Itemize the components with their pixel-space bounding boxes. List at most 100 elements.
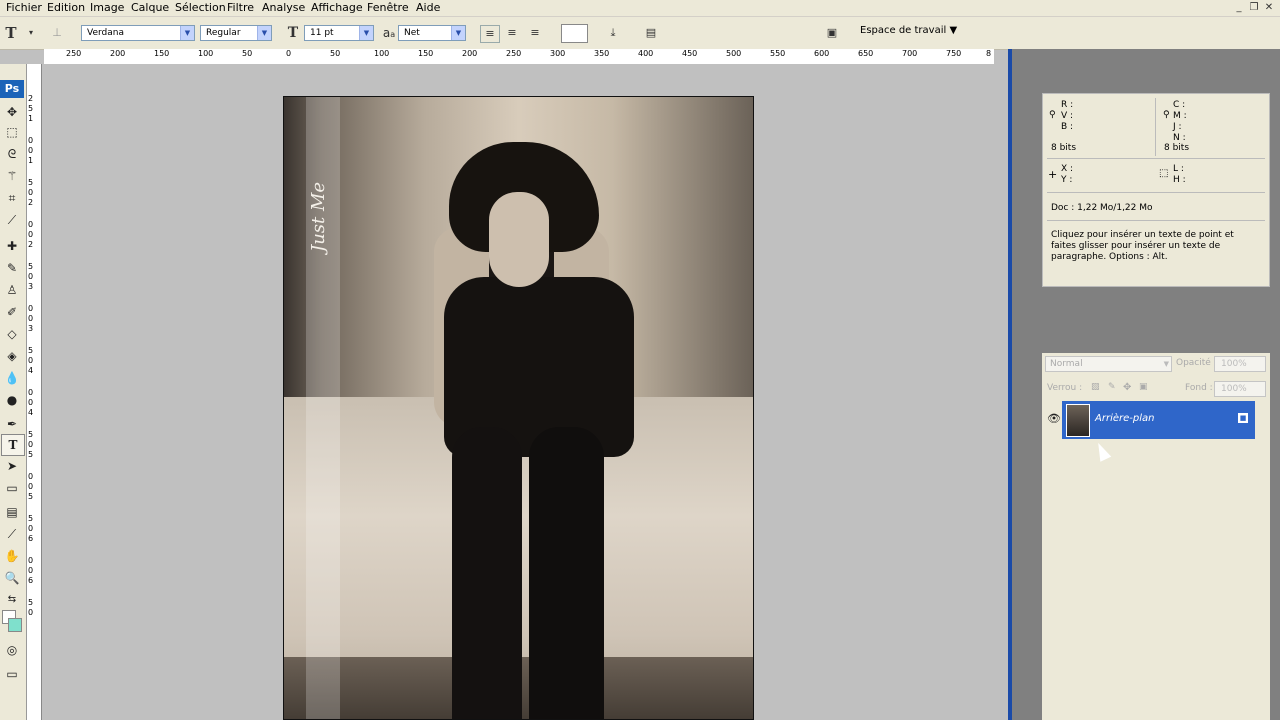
notes-tool-icon[interactable]: ▤ — [1, 502, 23, 522]
blend-mode-select[interactable]: Normal ▼ — [1045, 356, 1172, 372]
ruler-label: 550 — [770, 49, 786, 58]
figure-leg-left — [452, 427, 522, 719]
font-style-select[interactable]: Regular ▼ — [200, 25, 272, 41]
info-h-label: H : — [1173, 175, 1186, 185]
restore-button[interactable]: ❐ — [1247, 2, 1261, 13]
hand-tool-icon[interactable]: ✋ — [1, 546, 23, 566]
workspace-icon[interactable]: ▣ — [820, 25, 844, 41]
menu-fenetre[interactable]: Fenêtre — [367, 1, 409, 14]
slice-tool-icon[interactable]: ⟋ — [1, 210, 23, 230]
marquee-tool-icon[interactable]: ⬚ — [1, 122, 23, 142]
ruler-label: 0 — [28, 440, 34, 449]
font-size-select[interactable]: 11 pt ▼ — [304, 25, 374, 41]
text-color-swatch[interactable] — [561, 24, 588, 43]
ruler-label: 200 — [462, 49, 478, 58]
ruler-label: 5 — [28, 598, 34, 607]
chevron-down-icon: ▼ — [451, 26, 465, 40]
menu-edition[interactable]: Edition — [47, 1, 85, 14]
shape-tool-icon[interactable]: ▭ — [1, 478, 23, 498]
swap-colors-icon[interactable]: ⇆ — [1, 590, 23, 610]
crop-tool-icon[interactable]: ⌗ — [1, 188, 23, 208]
lasso-tool-icon[interactable]: ᘓ — [1, 144, 23, 164]
chevron-down-icon: ▼ — [1163, 360, 1169, 368]
chevron-down-icon: ▼ — [359, 26, 373, 40]
menu-calque[interactable]: Calque — [131, 1, 169, 14]
type-tool-icon[interactable]: T — [1, 434, 25, 456]
visibility-eye-icon[interactable]: 👁 — [1047, 412, 1061, 425]
ruler-label: 6 — [28, 576, 34, 585]
clone-stamp-tool-icon[interactable]: ♙ — [1, 280, 23, 300]
ruler-label: 250 — [506, 49, 522, 58]
ruler-label: 0 — [28, 398, 34, 407]
move-tool-icon[interactable]: ✥ — [1, 102, 23, 122]
align-left-icon[interactable]: ≡ — [480, 25, 500, 43]
warp-text-icon[interactable]: ⤓ — [604, 25, 622, 41]
preset-arrow-icon[interactable]: ▾ — [22, 25, 40, 41]
path-selection-tool-icon[interactable]: ➤ — [1, 456, 23, 476]
screen-mode-icon[interactable]: ▭ — [1, 664, 23, 684]
ruler-label: 5 — [28, 450, 34, 459]
menu-image[interactable]: Image — [90, 1, 124, 14]
lock-all-icon[interactable]: ▣ — [1139, 382, 1148, 392]
opacity-label: Opacité : — [1176, 358, 1217, 368]
info-c-label: C : — [1173, 100, 1186, 110]
info-divider — [1047, 192, 1265, 193]
dodge-tool-icon[interactable]: ● — [1, 390, 23, 410]
background-color-swatch[interactable] — [8, 618, 22, 632]
ruler-label: 100 — [374, 49, 390, 58]
align-center-icon[interactable]: ≡ — [503, 25, 521, 41]
close-button[interactable]: ✕ — [1262, 2, 1276, 13]
ruler-label: 0 — [28, 556, 34, 565]
ruler-label: 0 — [28, 230, 34, 239]
ruler-label: 0 — [28, 146, 34, 155]
figure-face — [489, 192, 549, 287]
ruler-label: 700 — [902, 49, 918, 58]
overlay-text[interactable]: Just Me — [308, 157, 338, 277]
menu-filtre[interactable]: Filtre — [227, 1, 254, 14]
pen-tool-icon[interactable]: ✒ — [1, 414, 23, 434]
ruler-label: 0 — [28, 566, 34, 575]
blur-tool-icon[interactable]: 💧 — [1, 368, 23, 388]
document-image[interactable]: Just Me — [283, 96, 754, 720]
info-v-label: V : — [1061, 111, 1074, 121]
zoom-tool-icon[interactable]: 🔍 — [1, 568, 23, 588]
align-right-icon[interactable]: ≡ — [526, 25, 544, 41]
lock-position-icon[interactable]: ✥ — [1123, 382, 1131, 393]
text-tool-preset[interactable]: T — [2, 25, 20, 41]
menu-aide[interactable]: Aide — [416, 1, 440, 14]
eraser-tool-icon[interactable]: ◇ — [1, 324, 23, 344]
menu-analyse[interactable]: Analyse — [262, 1, 305, 14]
menu-fichier[interactable]: Fichier — [6, 1, 42, 14]
brush-tool-icon[interactable]: ✎ — [1, 258, 23, 278]
info-l-label: L : — [1173, 164, 1184, 174]
ruler-label: 0 — [28, 314, 34, 323]
menu-affichage[interactable]: Affichage — [311, 1, 363, 14]
ruler-label: 5 — [28, 346, 34, 355]
layer-row[interactable]: Arrière-plan ■ — [1062, 401, 1255, 439]
paint-bucket-tool-icon[interactable]: ◈ — [1, 346, 23, 366]
menu-bar: Fichier Edition Image Calque Sélection F… — [0, 0, 1280, 17]
info-r-label: R : — [1061, 100, 1074, 110]
figure-leg-right — [529, 427, 604, 719]
ruler-label: 0 — [28, 304, 34, 313]
minimize-button[interactable]: _ — [1232, 2, 1246, 13]
quick-mask-icon[interactable]: ◎ — [1, 640, 23, 660]
lock-transparency-icon[interactable]: ▧ — [1091, 382, 1100, 392]
character-panel-icon[interactable]: ▤ — [642, 25, 660, 41]
info-m-label: M : — [1173, 111, 1187, 121]
workspace-menu[interactable]: Espace de travail ▼ — [860, 25, 957, 36]
ruler-label: 0 — [28, 388, 34, 397]
info-bits-right: 8 bits — [1164, 143, 1190, 153]
magic-wand-tool-icon[interactable]: ⚚ — [1, 166, 23, 186]
antialias-select[interactable]: Net ▼ — [398, 25, 466, 41]
fill-field[interactable]: 100% — [1214, 381, 1266, 397]
eyedropper-tool-icon[interactable]: ⟋ — [1, 524, 23, 544]
text-orientation-icon[interactable]: ⊥ — [48, 25, 66, 41]
font-family-select[interactable]: Verdana ▼ — [81, 25, 195, 41]
opacity-field[interactable]: 100% — [1214, 356, 1266, 372]
history-brush-tool-icon[interactable]: ✐ — [1, 302, 23, 322]
healing-brush-tool-icon[interactable]: ✚ — [1, 236, 23, 256]
lock-pixels-icon[interactable]: ✎ — [1108, 382, 1116, 392]
menu-selection[interactable]: Sélection — [175, 1, 226, 14]
layer-name[interactable]: Arrière-plan — [1095, 413, 1154, 424]
